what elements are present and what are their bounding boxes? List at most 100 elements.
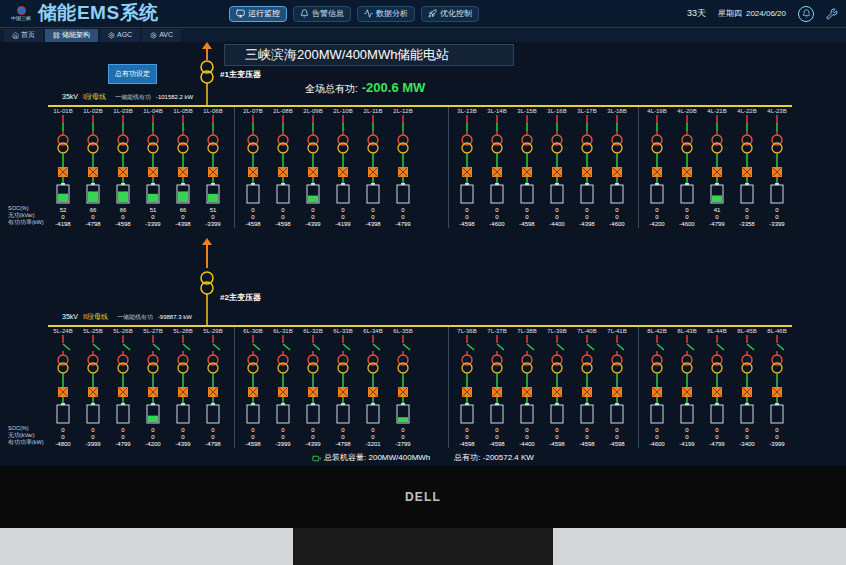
- bay[interactable]: 3L-15B00-4598: [512, 107, 542, 228]
- subtab[interactable]: AGC: [100, 29, 140, 42]
- bay-name: 7L-40B: [577, 327, 596, 335]
- bay[interactable]: 3L-17B00-4398: [572, 107, 602, 228]
- bay-soc: 0: [91, 427, 94, 434]
- bay-soc: 0: [251, 207, 254, 214]
- bay[interactable]: 2L-07B00-4598: [238, 107, 268, 228]
- nav-tab[interactable]: 数据分析: [357, 6, 415, 22]
- bay[interactable]: 1L-04B510-3399: [138, 107, 168, 228]
- bay[interactable]: 8L-43B00-4199: [672, 327, 702, 448]
- bay[interactable]: 2L-10B00-4199: [328, 107, 358, 228]
- bay-name: 4L-19B: [647, 107, 666, 115]
- wrench-icon[interactable]: [826, 8, 838, 20]
- bay[interactable]: 6L-33B00-4798: [328, 327, 358, 448]
- bay-diagram-icon: [268, 335, 298, 427]
- bay[interactable]: 5L-24B00-4800: [48, 327, 78, 448]
- bay[interactable]: 8L-46B00-3999: [762, 327, 792, 448]
- bay[interactable]: 7L-38B00-4400: [512, 327, 542, 448]
- bay-name: 5L-28B: [173, 327, 192, 335]
- bay-active: -4399: [305, 441, 320, 448]
- row-labels: SOC(%)无功(kVar)有功功率(kW): [8, 325, 48, 450]
- bay[interactable]: 8L-44B00-4799: [702, 327, 732, 448]
- nav-tab[interactable]: 运行监控: [229, 6, 287, 22]
- bay[interactable]: 1L-06B510-3399: [198, 107, 228, 228]
- bay-name: 8L-45B: [737, 327, 756, 335]
- setpoint-button[interactable]: 总有功设定: [108, 64, 157, 84]
- bay[interactable]: 1L-05B660-4398: [168, 107, 198, 228]
- bus-name: I段母线: [83, 92, 106, 103]
- bay-active: -4399: [305, 221, 320, 228]
- bay-active: -4799: [709, 221, 724, 228]
- bay-diagram-icon: [452, 115, 482, 207]
- nav-tab[interactable]: 告警信息: [293, 6, 351, 22]
- bay[interactable]: 6L-34B00-3201: [358, 327, 388, 448]
- footer: 总装机容量: 200MW/400MWh总有功: -200572.4 KW: [0, 450, 846, 466]
- bay[interactable]: 6L-32B00-4399: [298, 327, 328, 448]
- bay[interactable]: 4L-19B00-4200: [642, 107, 672, 228]
- bay-active: -4799: [395, 221, 410, 228]
- bay[interactable]: 4L-21B410-4799: [702, 107, 732, 228]
- bay[interactable]: 1L-02B660-4798: [78, 107, 108, 228]
- bay[interactable]: 2L-08B00-4598: [268, 107, 298, 228]
- bay-active: -4400: [549, 221, 564, 228]
- bay[interactable]: 3L-16B00-4400: [542, 107, 572, 228]
- bell-icon[interactable]: [798, 6, 814, 22]
- subtab[interactable]: 首页: [4, 29, 43, 42]
- subtab-icon: [12, 32, 19, 39]
- bay-name: 5L-27B: [143, 327, 162, 335]
- date: 2024/06/20: [746, 8, 786, 20]
- bay[interactable]: 7L-40B00-4598: [572, 327, 602, 448]
- bay-name: 6L-35B: [393, 327, 412, 335]
- bay-active: -4398: [365, 221, 380, 228]
- bay[interactable]: 3L-18B00-4600: [602, 107, 632, 228]
- bay-diagram-icon: [238, 335, 268, 427]
- bay-soc: 0: [341, 207, 344, 214]
- bay-reactive: 0: [775, 214, 778, 221]
- bay-active: -4598: [489, 441, 504, 448]
- bay[interactable]: 4L-20B00-4600: [672, 107, 702, 228]
- bay[interactable]: 5L-25B00-3999: [78, 327, 108, 448]
- bay-group: 3L-13B00-45983L-14B00-46003L-15B00-45983…: [448, 107, 632, 228]
- bus-area: 1L-01B520-41981L-02B660-47981L-03B660-45…: [48, 105, 792, 230]
- bay[interactable]: 7L-36B00-4598: [452, 327, 482, 448]
- line-power: -101582.2 kW: [156, 93, 193, 102]
- bay-soc: 0: [585, 427, 588, 434]
- bay[interactable]: 8L-42B00-4600: [642, 327, 672, 448]
- bay[interactable]: 6L-35B00-3799: [388, 327, 418, 448]
- bay-reactive: 0: [341, 434, 344, 441]
- bay[interactable]: 1L-01B520-4198: [48, 107, 78, 228]
- bay-soc: 0: [401, 427, 404, 434]
- bay[interactable]: 5L-26B00-4799: [108, 327, 138, 448]
- desk: [0, 528, 846, 565]
- bay-soc: 0: [655, 207, 658, 214]
- bay[interactable]: 1L-03B660-4598: [108, 107, 138, 228]
- bay[interactable]: 7L-37B00-4598: [482, 327, 512, 448]
- bay-soc: 0: [121, 427, 124, 434]
- bay[interactable]: 6L-30B00-4598: [238, 327, 268, 448]
- bay[interactable]: 2L-09B00-4399: [298, 107, 328, 228]
- bay-reactive: 0: [211, 434, 214, 441]
- bay-group: 2L-07B00-45982L-08B00-45982L-09B00-43992…: [234, 107, 418, 228]
- bay[interactable]: 2L-11B00-4398: [358, 107, 388, 228]
- row-label: 无功(kVar): [8, 432, 48, 439]
- bay[interactable]: 4L-23B00-3399: [762, 107, 792, 228]
- bay[interactable]: 5L-29B00-4798: [198, 327, 228, 448]
- bay-reactive: 0: [281, 214, 284, 221]
- bay[interactable]: 4L-22B00-3358: [732, 107, 762, 228]
- bay-name: 2L-07B: [243, 107, 262, 115]
- bay[interactable]: 2L-12B00-4799: [388, 107, 418, 228]
- bay-soc: 0: [685, 207, 688, 214]
- header: 中国三峡储能EMS系统运行监控告警信息数据分析优化控制33天星期四2024/06…: [0, 0, 846, 28]
- bay[interactable]: 8L-45B00-3400: [732, 327, 762, 448]
- subtab[interactable]: AVC: [142, 29, 181, 42]
- bay[interactable]: 5L-27B00-4200: [138, 327, 168, 448]
- bay[interactable]: 7L-39B00-4598: [542, 327, 572, 448]
- bay[interactable]: 3L-13B00-4598: [452, 107, 482, 228]
- bay-soc: 0: [61, 427, 64, 434]
- nav-tab[interactable]: 优化控制: [421, 6, 479, 22]
- bay[interactable]: 5L-28B00-4399: [168, 327, 198, 448]
- bay[interactable]: 6L-31B00-3999: [268, 327, 298, 448]
- bay[interactable]: 3L-14B00-4600: [482, 107, 512, 228]
- bay[interactable]: 7L-41B00-4598: [602, 327, 632, 448]
- monitor-bezel: DELL: [0, 466, 846, 528]
- subtab[interactable]: 储能架构: [45, 29, 98, 42]
